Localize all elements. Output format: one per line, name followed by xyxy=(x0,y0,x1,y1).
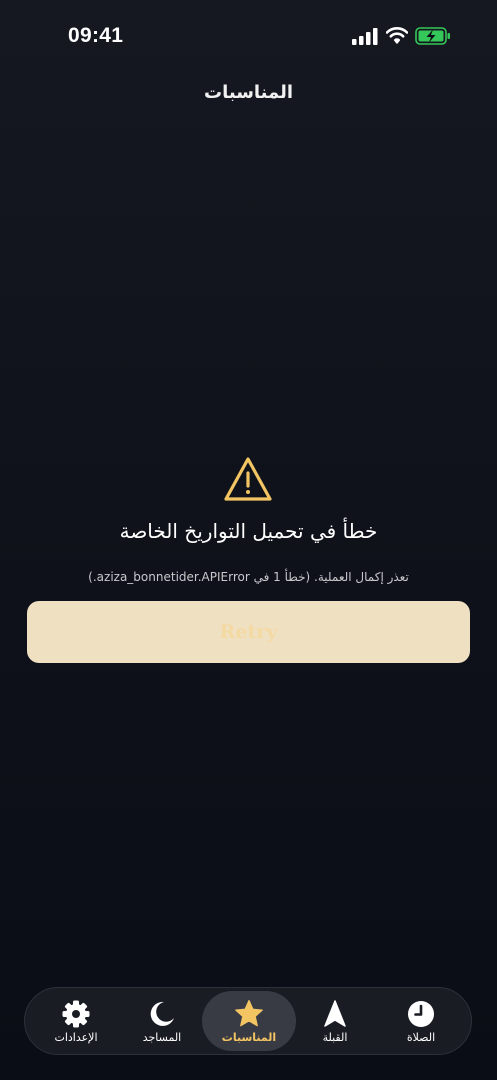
tab-mosques[interactable]: المساجد xyxy=(118,991,206,1051)
tab-qibla[interactable]: القبلة xyxy=(291,991,379,1051)
wifi-icon xyxy=(386,27,408,44)
compass-arrow-icon xyxy=(324,1000,346,1027)
page-title: المناسبات xyxy=(204,82,293,103)
tab-bar: الإعدادات المساجد المناسبات القبلة الصلا… xyxy=(24,987,472,1055)
tab-settings[interactable]: الإعدادات xyxy=(32,991,120,1051)
gear-icon xyxy=(62,1000,90,1028)
status-time: 09:41 xyxy=(68,24,124,47)
tab-prayer[interactable]: الصلاة xyxy=(377,991,465,1051)
tab-label: المناسبات xyxy=(221,1031,277,1044)
tab-occasions[interactable]: المناسبات xyxy=(202,991,296,1051)
tab-label: المساجد xyxy=(142,1031,182,1044)
error-detail: تعذر إكمال العملية. (خطأ 1 في aziza_bonn… xyxy=(88,570,409,584)
tab-label: القبلة xyxy=(322,1031,348,1044)
star-icon xyxy=(235,999,263,1027)
moon-icon xyxy=(150,1001,174,1026)
retry-button[interactable]: Retry xyxy=(27,601,470,663)
tab-label: الصلاة xyxy=(406,1031,436,1044)
error-title: خطأ في تحميل التواريخ الخاصة xyxy=(119,519,378,543)
battery-charging-icon xyxy=(415,27,450,45)
tab-label: الإعدادات xyxy=(54,1031,98,1044)
cellular-signal-icon xyxy=(352,28,378,45)
warning-icon xyxy=(224,457,272,501)
clock-icon xyxy=(408,1001,434,1027)
status-bar: 09:41 xyxy=(0,0,497,74)
